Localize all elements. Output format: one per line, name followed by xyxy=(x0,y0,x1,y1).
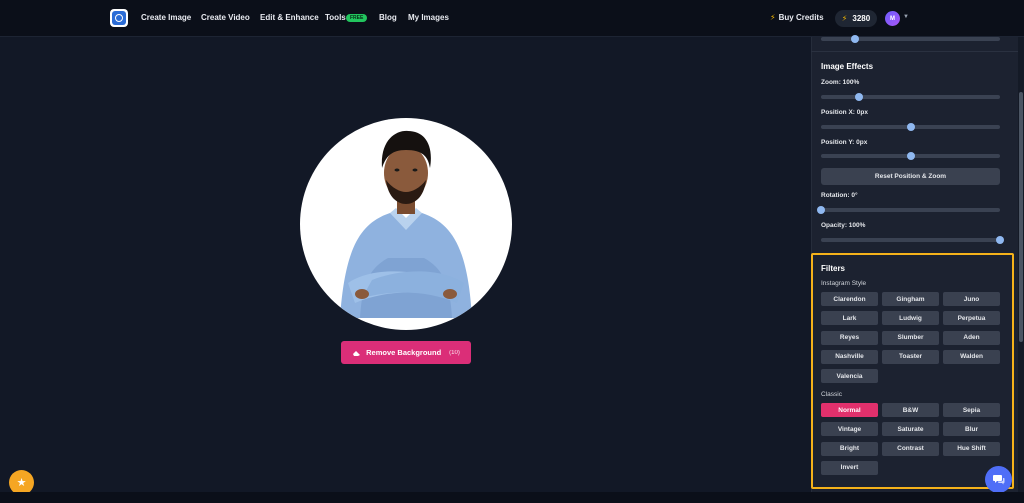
image-effects-title: Image Effects xyxy=(821,62,874,71)
bolt-icon: ⚡ xyxy=(841,14,848,23)
position-y-label: Position Y: 0px xyxy=(821,139,868,146)
filter-classic-vintage[interactable]: Vintage xyxy=(821,422,878,437)
nav-edit-enhance[interactable]: Edit & Enhance xyxy=(260,13,319,22)
filter-instagram-slumber[interactable]: Slumber xyxy=(882,330,939,345)
filters-title: Filters xyxy=(821,264,846,273)
slider-thumb[interactable] xyxy=(817,206,825,214)
filter-instagram-toaster[interactable]: Toaster xyxy=(882,349,939,364)
classic-label: Classic xyxy=(821,391,842,398)
panel-scrollbar-thumb[interactable] xyxy=(1019,92,1023,342)
bolt-icon: ⚡ xyxy=(770,13,776,22)
buy-credits-link[interactable]: ⚡ Buy Credits xyxy=(770,13,824,22)
opacity-slider[interactable] xyxy=(821,236,1004,244)
filter-instagram-ludwig[interactable]: Ludwig xyxy=(882,311,939,326)
remove-background-count: (10) xyxy=(449,349,460,356)
filter-classic-normal[interactable]: Normal xyxy=(821,403,878,417)
remove-background-label: Remove Background xyxy=(366,348,442,357)
filter-instagram-perpetua[interactable]: Perpetua xyxy=(943,311,1000,326)
filter-classic-sepia[interactable]: Sepia xyxy=(943,403,1000,417)
credits-count: 3280 xyxy=(852,14,871,23)
filter-instagram-nashville[interactable]: Nashville xyxy=(821,349,878,364)
opacity-label: Opacity: 100% xyxy=(821,222,866,229)
filter-classic-invert[interactable]: Invert xyxy=(821,460,878,475)
slider-thumb[interactable] xyxy=(851,35,859,43)
free-badge: FREE xyxy=(346,14,368,22)
chat-bubble-icon xyxy=(993,474,1005,484)
filter-instagram-walden[interactable]: Walden xyxy=(943,349,1000,364)
person-portrait-image xyxy=(340,130,472,318)
zoom-slider[interactable] xyxy=(821,93,1000,101)
filter-classic-hue-shift[interactable]: Hue Shift xyxy=(943,441,1000,456)
position-y-slider[interactable] xyxy=(821,152,1000,160)
filter-instagram-valencia[interactable]: Valencia xyxy=(821,369,878,384)
filter-instagram-gingham[interactable]: Gingham xyxy=(882,292,939,306)
slider-thumb[interactable] xyxy=(996,236,1004,244)
partial-slider[interactable] xyxy=(821,35,1000,43)
rotation-label: Rotation: 0° xyxy=(821,192,858,199)
reset-position-zoom-button[interactable]: Reset Position & Zoom xyxy=(821,168,1000,185)
nav-tools[interactable]: Tools xyxy=(325,13,346,22)
filter-classic-b-w[interactable]: B&W xyxy=(882,403,939,417)
section-divider xyxy=(811,51,1018,52)
nav-my-images[interactable]: My Images xyxy=(408,13,449,22)
remove-background-button[interactable]: Remove Background (10) xyxy=(341,341,471,364)
filter-instagram-juno[interactable]: Juno xyxy=(943,292,1000,306)
slider-thumb[interactable] xyxy=(854,93,863,101)
eraser-icon xyxy=(353,350,361,356)
filter-classic-saturate[interactable]: Saturate xyxy=(882,422,939,437)
user-avatar[interactable]: M xyxy=(885,11,900,26)
app-logo-icon[interactable] xyxy=(110,9,128,27)
position-x-label: Position X: 0px xyxy=(821,109,868,116)
slider-thumb[interactable] xyxy=(906,123,915,131)
chevron-down-icon[interactable]: ▼ xyxy=(903,14,909,20)
rotation-slider[interactable] xyxy=(817,206,1000,214)
filter-instagram-clarendon[interactable]: Clarendon xyxy=(821,292,878,306)
zoom-label: Zoom: 100% xyxy=(821,79,860,86)
position-x-slider[interactable] xyxy=(821,123,1000,131)
filter-classic-bright[interactable]: Bright xyxy=(821,441,878,456)
nav-create-video[interactable]: Create Video xyxy=(201,13,250,22)
filter-instagram-aden[interactable]: Aden xyxy=(943,330,1000,345)
filter-instagram-lark[interactable]: Lark xyxy=(821,311,878,326)
chat-support-button[interactable] xyxy=(985,466,1012,493)
star-icon: ★ xyxy=(16,477,27,489)
profile-photo-preview xyxy=(300,118,512,330)
slider-thumb[interactable] xyxy=(906,152,915,160)
filter-classic-contrast[interactable]: Contrast xyxy=(882,441,939,456)
filter-classic-blur[interactable]: Blur xyxy=(943,422,1000,437)
instagram-style-label: Instagram Style xyxy=(821,280,867,287)
credits-balance[interactable]: ⚡ 3280 xyxy=(835,10,877,27)
buy-credits-label: Buy Credits xyxy=(778,13,824,22)
filter-instagram-reyes[interactable]: Reyes xyxy=(821,330,878,345)
bottom-strip xyxy=(0,492,1024,503)
nav-create-image[interactable]: Create Image xyxy=(141,13,191,22)
nav-blog[interactable]: Blog xyxy=(379,13,397,22)
